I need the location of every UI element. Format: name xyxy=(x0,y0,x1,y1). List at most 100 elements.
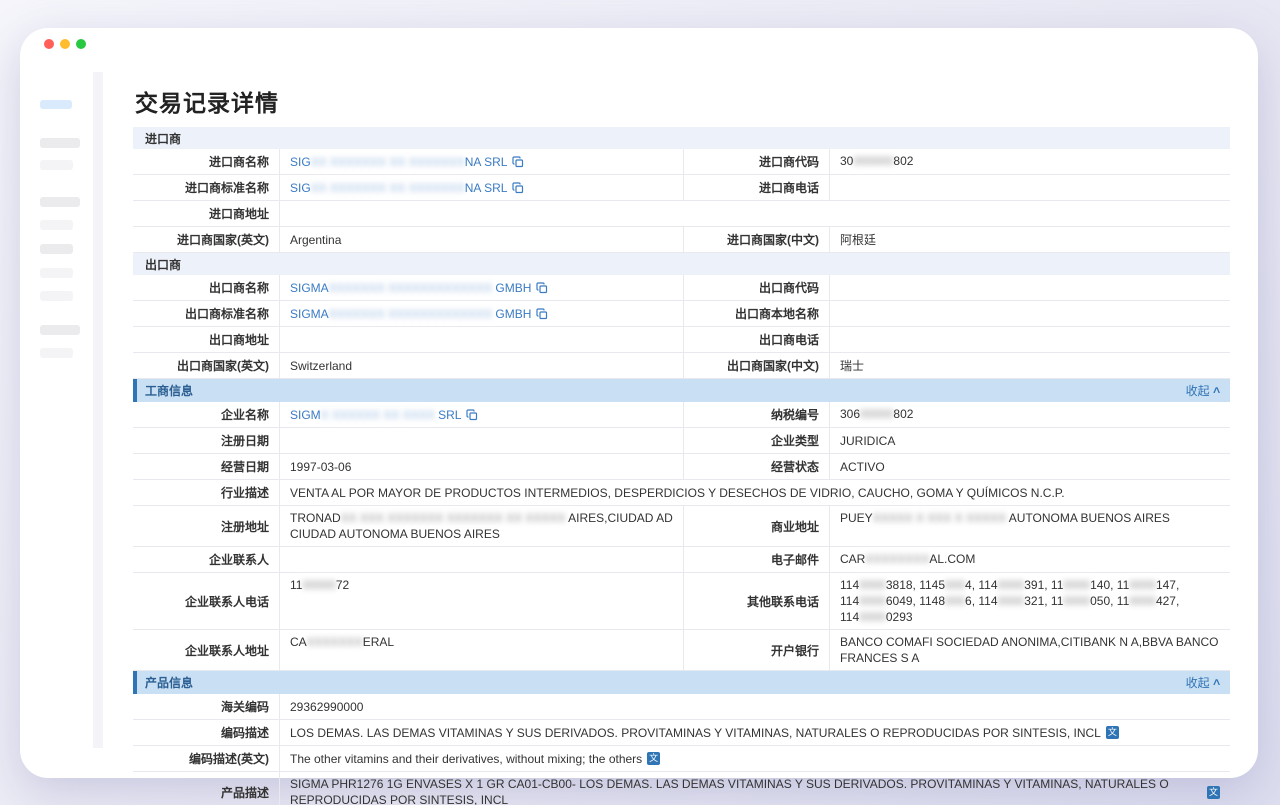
field-label: 进口商名称 xyxy=(133,149,280,174)
minimize-window-icon[interactable] xyxy=(60,39,70,49)
table-row: 出口商名称 SIGMAXXXXXXX XXXXXXXXXXXXX GMBH 出口… xyxy=(133,275,1230,301)
table-row: 编码描述 LOS DEMAS. LAS DEMAS VITAMINAS Y SU… xyxy=(133,720,1230,746)
field-value: CAXXXXXXXERAL xyxy=(280,630,683,670)
field-value: 110000072 xyxy=(280,573,683,629)
exporter-std-name-link[interactable]: SIGMAXXXXXXX XXXXXXXXXXXXX GMBH xyxy=(290,306,531,322)
chevron-up-icon: ∧ xyxy=(1211,677,1221,688)
sidebar-skeleton-item xyxy=(40,325,80,335)
field-value: 29362990000 xyxy=(280,694,1230,719)
table-row: 经营日期 1997-03-06 经营状态 ACTIVO xyxy=(133,454,1230,480)
table-row: 注册日期 企业类型 JURIDICA xyxy=(133,428,1230,454)
section-title: 工商信息 xyxy=(145,382,193,399)
field-value xyxy=(830,275,1230,300)
table-row: 出口商国家(英文) Switzerland 出口商国家(中文) 瑞士 xyxy=(133,353,1230,379)
field-label: 进口商地址 xyxy=(133,201,280,226)
copy-icon[interactable] xyxy=(466,409,478,421)
field-label: 注册地址 xyxy=(133,506,280,546)
translate-icon[interactable]: 文 xyxy=(1106,726,1119,739)
translate-icon[interactable]: 文 xyxy=(647,752,660,765)
page-title: 交易记录详情 xyxy=(133,72,1230,114)
field-label: 纳税编号 xyxy=(683,402,830,427)
translate-icon[interactable]: 文 xyxy=(1207,786,1220,799)
table-row: 编码描述(英文) The other vitamins and their de… xyxy=(133,746,1230,772)
field-value: TRONADXX XXX XXXXXXX XXXXXXX XX XXXXX AI… xyxy=(280,506,683,546)
field-label: 企业名称 xyxy=(133,402,280,427)
table-row: 行业描述 VENTA AL POR MAYOR DE PRODUCTOS INT… xyxy=(133,480,1230,506)
field-label: 经营状态 xyxy=(683,454,830,479)
field-value: 30600000802 xyxy=(830,402,1230,427)
field-value: SIGMAXXXXXXX XXXXXXXXXXXXX GMBH xyxy=(280,275,683,300)
field-label: 注册日期 xyxy=(133,428,280,453)
table-row: 企业名称 SIGMX XXXXXX XX XXXX SRL 纳税编号 30600… xyxy=(133,402,1230,428)
copy-icon[interactable] xyxy=(536,282,548,294)
field-label: 编码描述(英文) xyxy=(133,746,280,771)
copy-icon[interactable] xyxy=(512,182,524,194)
section-header-importer: 进口商 xyxy=(133,127,1230,149)
field-value: Switzerland xyxy=(280,353,683,378)
window-controls xyxy=(44,39,86,49)
company-name-link[interactable]: SIGMX XXXXXX XX XXXX SRL xyxy=(290,407,461,423)
field-value: 30000000802 xyxy=(830,149,1230,174)
chevron-up-icon: ∧ xyxy=(1211,385,1221,396)
field-value: ACTIVO xyxy=(830,454,1230,479)
field-value: VENTA AL POR MAYOR DE PRODUCTOS INTERMED… xyxy=(280,480,1230,505)
field-label: 企业联系人地址 xyxy=(133,630,280,670)
field-value: PUEYXXXXX X XXX X XXXXX AUTONOMA BUENOS … xyxy=(830,506,1230,546)
sidebar-skeleton-item xyxy=(40,348,73,358)
maximize-window-icon[interactable] xyxy=(76,39,86,49)
field-label: 进口商国家(英文) xyxy=(133,227,280,252)
field-label: 进口商标准名称 xyxy=(133,175,280,200)
field-value: 11400003818, 11450004, 1140000391, 11000… xyxy=(830,573,1230,629)
field-text: The other vitamins and their derivatives… xyxy=(290,751,642,767)
collapse-product-link[interactable]: 收起 ∧ xyxy=(1186,674,1220,691)
sidebar-skeleton-item xyxy=(40,220,73,230)
section-title: 产品信息 xyxy=(145,674,193,691)
field-value xyxy=(280,201,1230,226)
field-value: 1997-03-06 xyxy=(280,454,683,479)
field-value xyxy=(830,301,1230,326)
field-value: 瑞士 xyxy=(830,353,1230,378)
sidebar-skeleton-item xyxy=(40,291,73,301)
table-row: 出口商地址 出口商电话 xyxy=(133,327,1230,353)
collapse-label: 收起 xyxy=(1186,382,1210,399)
table-row: 进口商名称 SIGXX XXXXXXX XX XXXXXXXNA SRL 进口商… xyxy=(133,149,1230,175)
exporter-name-link[interactable]: SIGMAXXXXXXX XXXXXXXXXXXXX GMBH xyxy=(290,280,531,296)
field-value: SIGMAXXXXXXX XXXXXXXXXXXXX GMBH xyxy=(280,301,683,326)
field-value: LOS DEMAS. LAS DEMAS VITAMINAS Y SUS DER… xyxy=(280,720,1230,745)
main-content: 交易记录详情 进口商 进口商名称 SIGXX XXXXXXX XX XXXXXX… xyxy=(133,72,1230,805)
field-label: 开户银行 xyxy=(683,630,830,670)
field-label: 进口商电话 xyxy=(683,175,830,200)
table-row: 进口商标准名称 SIGXX XXXXXXX XX XXXXXXXNA SRL 进… xyxy=(133,175,1230,201)
collapse-business-link[interactable]: 收起 ∧ xyxy=(1186,382,1220,399)
sidebar-skeleton-item xyxy=(40,268,73,278)
table-row: 企业联系人 电子邮件 CARXXXXXXXXAL.COM xyxy=(133,547,1230,573)
importer-name-link[interactable]: SIGXX XXXXXXX XX XXXXXXXNA SRL xyxy=(290,154,507,170)
field-label: 出口商代码 xyxy=(683,275,830,300)
field-label: 编码描述 xyxy=(133,720,280,745)
field-text: SIGMA PHR1276 1G ENVASES X 1 GR CA01-CB0… xyxy=(290,776,1202,805)
table-row: 企业联系人电话 110000072 其他联系电话 11400003818, 11… xyxy=(133,573,1230,630)
field-label: 企业联系人 xyxy=(133,547,280,572)
field-label: 出口商本地名称 xyxy=(683,301,830,326)
copy-icon[interactable] xyxy=(512,156,524,168)
importer-std-name-link[interactable]: SIGXX XXXXXXX XX XXXXXXXNA SRL xyxy=(290,180,507,196)
field-value: SIGXX XXXXXXX XX XXXXXXXNA SRL xyxy=(280,175,683,200)
field-label: 其他联系电话 xyxy=(683,573,830,629)
field-label: 商业地址 xyxy=(683,506,830,546)
close-window-icon[interactable] xyxy=(44,39,54,49)
field-value xyxy=(280,428,683,453)
field-value: The other vitamins and their derivatives… xyxy=(280,746,1230,771)
copy-icon[interactable] xyxy=(536,308,548,320)
field-label: 出口商名称 xyxy=(133,275,280,300)
field-value: Argentina xyxy=(280,227,683,252)
browser-window: 交易记录详情 进口商 进口商名称 SIGXX XXXXXXX XX XXXXXX… xyxy=(20,28,1258,778)
section-header-business: 工商信息 收起 ∧ xyxy=(133,379,1230,402)
field-value xyxy=(280,547,683,572)
field-value: 阿根廷 xyxy=(830,227,1230,252)
section-title: 出口商 xyxy=(145,256,181,273)
field-value: BANCO COMAFI SOCIEDAD ANONIMA,CITIBANK N… xyxy=(830,630,1230,670)
field-value: SIGXX XXXXXXX XX XXXXXXXNA SRL xyxy=(280,149,683,174)
field-value: SIGMA PHR1276 1G ENVASES X 1 GR CA01-CB0… xyxy=(280,772,1230,805)
table-row: 进口商地址 xyxy=(133,201,1230,227)
sidebar-skeleton-item xyxy=(40,100,72,109)
